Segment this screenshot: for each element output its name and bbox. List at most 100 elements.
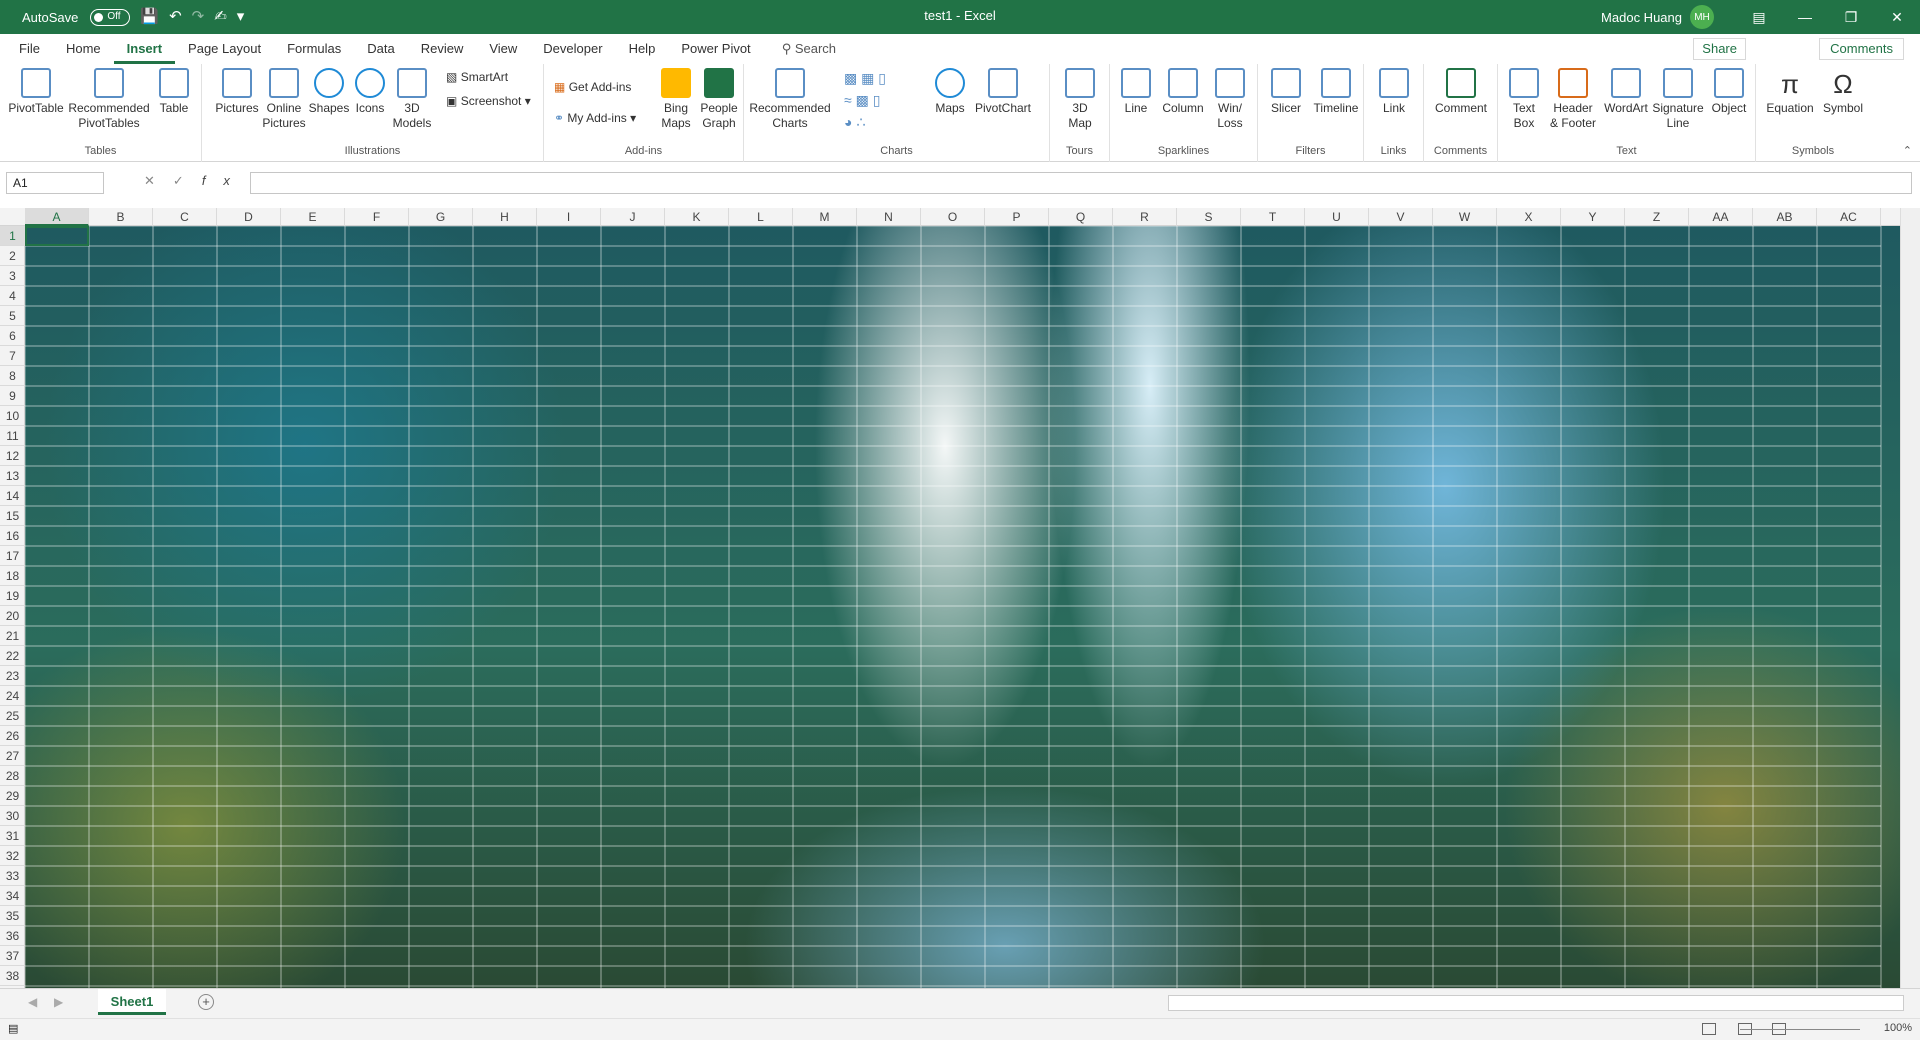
column-header[interactable]: G [409,208,473,226]
3d-models-button[interactable]: 3D Models [392,68,432,131]
slicer-button[interactable]: Slicer [1264,68,1308,116]
comment-button[interactable]: Comment [1430,68,1492,116]
screenshot-button[interactable]: ▣ Screenshot ▾ [446,94,531,108]
column-header[interactable]: E [281,208,345,226]
insert-function-icon[interactable]: fx [202,173,248,188]
tab-file[interactable]: File [6,34,53,64]
close-icon[interactable]: ✕ [1874,9,1920,26]
tab-view[interactable]: View [476,34,530,64]
online-pictures-button[interactable]: Online Pictures [260,68,308,131]
column-header[interactable]: A [25,208,89,226]
column-header[interactable]: AA [1689,208,1753,226]
tab-scroll-left-icon[interactable]: ◀ [28,995,37,1009]
column-header[interactable]: U [1305,208,1369,226]
column-header[interactable]: V [1369,208,1433,226]
undo-icon[interactable]: ↶ [169,0,182,34]
row-header[interactable]: 8 [0,366,25,386]
tab-page-layout[interactable]: Page Layout [175,34,274,64]
column-header[interactable]: T [1241,208,1305,226]
sheet-tab-sheet1[interactable]: Sheet1 [98,989,166,1015]
row-header[interactable]: 12 [0,446,25,466]
row-header[interactable]: 35 [0,906,25,926]
user-name[interactable]: Madoc Huang [1601,10,1682,25]
text-box-button[interactable]: Text Box [1504,68,1544,131]
tab-power-pivot[interactable]: Power Pivot [668,34,763,64]
column-header[interactable]: Z [1625,208,1689,226]
icons-button[interactable]: Icons [350,68,390,116]
row-header[interactable]: 25 [0,706,25,726]
row-header[interactable]: 6 [0,326,25,346]
chart-type-buttons[interactable]: ▩ ▦ ▯ [844,70,886,87]
header-footer-button[interactable]: Header & Footer [1544,68,1602,131]
column-header[interactable]: F [345,208,409,226]
chart-type-buttons-2[interactable]: ≈ ▩ ▯ [844,92,880,109]
column-header[interactable]: I [537,208,601,226]
recommended-pivottables-button[interactable]: Recommended PivotTables [66,68,152,131]
collapse-ribbon-icon[interactable]: ⌃ [1903,144,1912,157]
tab-scroll-right-icon[interactable]: ▶ [54,995,63,1009]
tab-developer[interactable]: Developer [530,34,615,64]
search-box[interactable]: ⚲ Search [782,41,836,57]
row-header[interactable]: 27 [0,746,25,766]
signature-line-button[interactable]: Signature Line [1650,68,1706,131]
maps-button[interactable]: Maps [930,68,970,116]
row-header[interactable]: 29 [0,786,25,806]
vertical-scrollbar[interactable] [1900,208,1920,988]
row-header[interactable]: 30 [0,806,25,826]
column-header[interactable]: W [1433,208,1497,226]
pivotchart-button[interactable]: PivotChart [972,68,1034,116]
row-header[interactable]: 20 [0,606,25,626]
zoom-slider[interactable] [1740,1029,1860,1030]
cell-grid[interactable] [0,208,1920,988]
column-header[interactable]: X [1497,208,1561,226]
comments-button[interactable]: Comments [1819,38,1904,60]
row-header[interactable]: 22 [0,646,25,666]
column-header[interactable]: K [665,208,729,226]
ribbon-display-icon[interactable]: ▤ [1736,9,1782,26]
bing-maps-button[interactable]: Bing Maps [656,68,696,131]
row-header[interactable]: 26 [0,726,25,746]
cancel-icon[interactable]: ✕ [144,173,173,188]
redo-icon[interactable]: ↷ [192,0,205,34]
column-header[interactable]: M [793,208,857,226]
people-graph-button[interactable]: People Graph [698,68,740,131]
active-cell[interactable] [25,226,89,246]
tab-home[interactable]: Home [53,34,114,64]
shapes-button[interactable]: Shapes [306,68,352,116]
column-header[interactable]: O [921,208,985,226]
row-header[interactable]: 19 [0,586,25,606]
horizontal-scrollbar[interactable] [1168,995,1904,1011]
save-icon[interactable]: 💾 [140,0,159,34]
object-button[interactable]: Object [1706,68,1752,116]
smartart-button[interactable]: ▧ SmartArt [446,70,508,84]
timeline-button[interactable]: Timeline [1310,68,1362,116]
sparkline-winloss-button[interactable]: Win/Loss [1210,68,1250,131]
row-header[interactable]: 28 [0,766,25,786]
recommended-charts-button[interactable]: Recommended Charts [748,68,832,131]
column-header[interactable]: N [857,208,921,226]
column-header[interactable]: H [473,208,537,226]
row-header[interactable]: 31 [0,826,25,846]
chart-type-buttons-3[interactable]: ◕ ∴ [844,114,865,131]
row-header[interactable]: 17 [0,546,25,566]
row-header[interactable]: 14 [0,486,25,506]
column-header[interactable]: Y [1561,208,1625,226]
row-header[interactable]: 33 [0,866,25,886]
my-add-ins-button[interactable]: ⚭ My Add-ins ▾ [554,111,636,125]
zoom-level[interactable]: 100% [1884,1022,1912,1034]
new-sheet-icon[interactable]: + [198,994,214,1010]
enter-icon[interactable]: ✓ [173,173,202,188]
row-header[interactable]: 1 [0,226,25,246]
tab-data[interactable]: Data [354,34,407,64]
column-header[interactable]: Q [1049,208,1113,226]
tab-formulas[interactable]: Formulas [274,34,354,64]
tab-insert[interactable]: Insert [113,34,176,64]
column-header[interactable]: P [985,208,1049,226]
equation-button[interactable]: π Equation [1760,68,1820,116]
column-header[interactable]: J [601,208,665,226]
column-header[interactable]: D [217,208,281,226]
row-header[interactable]: 36 [0,926,25,946]
row-header[interactable]: 32 [0,846,25,866]
row-header[interactable]: 7 [0,346,25,366]
row-header[interactable]: 16 [0,526,25,546]
